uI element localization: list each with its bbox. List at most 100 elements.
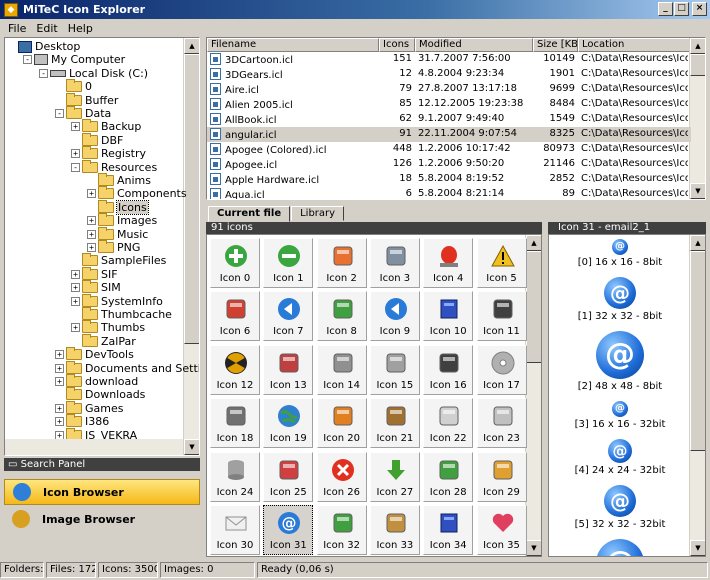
- tree-item[interactable]: Icons: [87, 199, 149, 215]
- icon-cell[interactable]: Icon 5: [476, 238, 527, 288]
- icon-cell[interactable]: Icon 30: [210, 505, 260, 555]
- tree-item[interactable]: + DevTools: [55, 347, 134, 361]
- icon-cell[interactable]: Icon 15: [369, 344, 420, 395]
- icon-cell[interactable]: Icon 6: [210, 291, 260, 342]
- icon-cell[interactable]: Icon 24: [210, 451, 260, 502]
- icon-cell[interactable]: Icon 27: [369, 451, 420, 502]
- icon-cell[interactable]: Icon 13: [263, 344, 314, 395]
- tree-item[interactable]: + PNG: [87, 240, 140, 254]
- detail-scrollbar[interactable]: ▲ ▼: [689, 235, 705, 556]
- tree-horizontal-scrollbar[interactable]: [5, 439, 183, 455]
- expand-toggle-icon[interactable]: +: [71, 323, 80, 333]
- expand-toggle-icon[interactable]: +: [55, 417, 64, 427]
- icon-cell[interactable]: Icon 3: [369, 238, 420, 288]
- icon-cell[interactable]: Icon 19: [263, 398, 314, 449]
- file-list[interactable]: Filename Icons Modified Size [KB] Location ▲…: [206, 37, 706, 200]
- tree-item[interactable]: + SIF: [71, 266, 118, 281]
- tree-item[interactable]: - Resources: [71, 159, 157, 174]
- tree-item[interactable]: SampleFiles: [71, 253, 166, 267]
- tree-item[interactable]: + Registry: [71, 146, 146, 160]
- tree-item[interactable]: - My Computer: [23, 53, 125, 66]
- icon-browser-button[interactable]: Icon Browser: [4, 479, 200, 505]
- icon-cell[interactable]: Icon 9: [369, 291, 420, 342]
- icon-cell[interactable]: Icon 8: [316, 291, 367, 342]
- search-panel-header[interactable]: Search Panel: [4, 458, 200, 471]
- tree-item[interactable]: DBF: [71, 132, 123, 147]
- tree-item[interactable]: Anims: [87, 173, 151, 187]
- tree-item[interactable]: - Local Disk (C:): [39, 67, 148, 80]
- expand-toggle-icon[interactable]: +: [71, 296, 80, 306]
- column-header[interactable]: Modified: [415, 38, 533, 52]
- image-browser-button[interactable]: Image Browser: [4, 506, 200, 532]
- file-row[interactable]: AllBook.icl 62 9.1.2007 9:49:40 1549 C:\Data…: [207, 112, 691, 127]
- file-row[interactable]: Apogee.icl 126 1.2.2006 9:50:20 21146 C:\Dat…: [207, 157, 691, 172]
- file-row[interactable]: angular.icl 91 22.11.2004 9:07:54 8325 C:\Da…: [207, 127, 691, 142]
- icon-cell[interactable]: Icon 16: [423, 344, 474, 395]
- icon-cell[interactable]: Icon 17: [476, 344, 527, 395]
- tree-item[interactable]: ZalPar: [71, 333, 136, 348]
- icon-cell[interactable]: Icon 4: [423, 238, 474, 288]
- icon-cell[interactable]: Icon 35: [476, 505, 527, 555]
- icon-cell[interactable]: Icon 22: [423, 398, 474, 449]
- icon-cell[interactable]: Icon 10: [423, 291, 474, 342]
- file-row[interactable]: Aire.icl 79 27.8.2007 13:17:18 9699 C:\Data\…: [207, 82, 691, 97]
- scroll-up-arrow-icon[interactable]: ▲: [690, 38, 705, 54]
- menu-help[interactable]: Help: [63, 22, 98, 35]
- file-list-scroll-thumb[interactable]: [690, 54, 705, 76]
- collapse-toggle-icon[interactable]: -: [23, 55, 32, 65]
- column-header[interactable]: Icons: [379, 38, 415, 52]
- scroll-down-arrow-icon[interactable]: ▼: [690, 183, 705, 199]
- tree-item[interactable]: + download: [55, 374, 138, 388]
- file-row[interactable]: 3DCartoon.icl 151 31.7.2007 7:56:00 10149 C:…: [207, 52, 691, 67]
- tree-item[interactable]: + Games: [55, 400, 123, 415]
- expand-toggle-icon[interactable]: +: [55, 350, 64, 360]
- column-header[interactable]: Filename: [207, 38, 379, 52]
- icon-cell[interactable]: Icon 1: [263, 238, 314, 288]
- tree-item[interactable]: + Components: [87, 186, 187, 200]
- icon-grid-scrollbar[interactable]: ▲ ▼: [525, 235, 541, 556]
- file-row[interactable]: 3DGears.icl 12 4.8.2004 9:23:34 1901 C:\Data…: [207, 67, 691, 82]
- expand-toggle-icon[interactable]: +: [87, 229, 96, 239]
- icon-cell[interactable]: Icon 11: [476, 291, 527, 342]
- icon-cell[interactable]: Icon 14: [316, 344, 367, 395]
- tree-item[interactable]: + Music: [87, 226, 148, 241]
- tree-item[interactable]: + I386: [55, 414, 109, 428]
- expand-toggle-icon[interactable]: +: [55, 377, 64, 386]
- collapse-toggle-icon[interactable]: -: [39, 68, 48, 78]
- file-row[interactable]: Aqua.icl 6 5.8.2004 8:21:14 89 C:\Data\Resou…: [207, 187, 691, 199]
- icon-cell[interactable]: Icon 7: [263, 291, 314, 342]
- scroll-up-arrow-icon[interactable]: ▲: [526, 235, 541, 251]
- icon-cell[interactable]: Icon 29: [476, 451, 527, 502]
- icon-cell[interactable]: Icon 28: [423, 451, 474, 502]
- file-row[interactable]: Apple Hardware.icl 18 5.8.2004 8:19:52 2852…: [207, 172, 691, 187]
- tab-library[interactable]: Library: [291, 206, 345, 221]
- tree-item[interactable]: Thumbcache: [71, 307, 172, 321]
- folder-tree[interactable]: ▲ ▼ Desktop - My Computer - Local Disk (C:) 0…: [4, 37, 200, 456]
- tree-item[interactable]: + Thumbs: [71, 320, 145, 334]
- expand-toggle-icon[interactable]: +: [71, 269, 80, 279]
- maximize-button[interactable]: □: [674, 2, 689, 16]
- collapse-toggle-icon[interactable]: -: [71, 162, 80, 172]
- icon-cell[interactable]: Icon 12: [210, 344, 260, 395]
- scroll-up-arrow-icon[interactable]: ▲: [690, 235, 705, 251]
- collapse-toggle-icon[interactable]: -: [55, 109, 64, 118]
- icon-grid-scroll-thumb[interactable]: [526, 251, 541, 363]
- icon-grid[interactable]: ▲ ▼ Icon 0 Icon 1 Icon 2 Icon 3 Icon 4 Icon 5…: [206, 234, 542, 557]
- icon-detail-panel[interactable]: ▲ ▼ @ [0] 16 x 16 - 8bit @ [1] 32 x 32 - 8b…: [548, 234, 706, 557]
- close-button[interactable]: ×: [692, 2, 707, 16]
- tree-item[interactable]: + SIM: [71, 280, 121, 294]
- expand-toggle-icon[interactable]: +: [87, 189, 96, 199]
- tree-item[interactable]: Desktop: [7, 40, 80, 53]
- icon-cell[interactable]: Icon 21: [369, 398, 420, 449]
- menu-file[interactable]: File: [3, 22, 31, 35]
- icon-cell[interactable]: Icon 20: [316, 398, 367, 449]
- scroll-down-arrow-icon[interactable]: ▼: [690, 540, 705, 556]
- detail-scroll-thumb[interactable]: [690, 251, 705, 451]
- file-row[interactable]: Apogee (Colored).icl 448 1.2.2006 10:17:42…: [207, 142, 691, 157]
- menu-edit[interactable]: Edit: [31, 22, 62, 35]
- icon-cell[interactable]: Icon 32: [316, 505, 367, 555]
- icon-cell[interactable]: Icon 2: [316, 238, 367, 288]
- tree-item[interactable]: Downloads: [55, 387, 145, 401]
- tree-item[interactable]: + Documents and Settings: [55, 360, 199, 375]
- file-list-scrollbar[interactable]: ▲ ▼: [689, 38, 705, 199]
